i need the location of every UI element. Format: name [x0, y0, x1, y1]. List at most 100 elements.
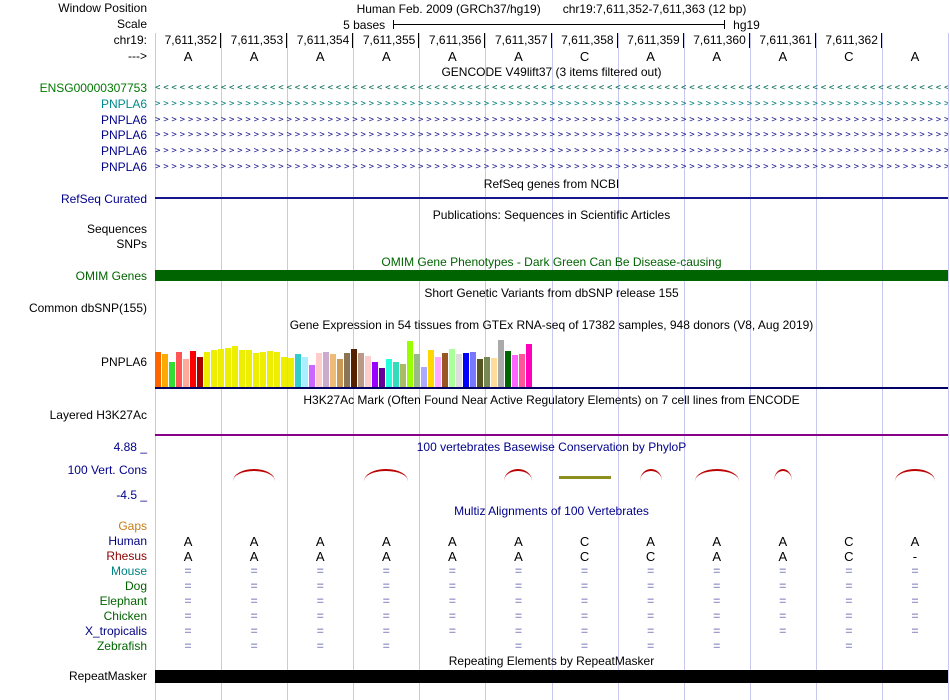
gtex-bar[interactable]: [456, 354, 462, 387]
alignment-row[interactable]: = = = = = = = = = = = =: [155, 579, 948, 594]
gtex-bar[interactable]: [232, 346, 238, 387]
gene-label[interactable]: PNPLA6: [0, 97, 150, 112]
gtex-bar[interactable]: [463, 353, 469, 387]
gtex-bar[interactable]: [491, 358, 497, 387]
species-label[interactable]: Dog: [0, 579, 150, 594]
alignment-row[interactable]: AAAAAACCAAC-: [155, 549, 948, 564]
gtex-bar[interactable]: [260, 352, 266, 387]
species-label[interactable]: Mouse: [0, 564, 150, 579]
gtex-bar[interactable]: [449, 349, 455, 387]
gtex-bar[interactable]: [484, 357, 490, 387]
alignment-row[interactable]: = = = = = = = = = = = =: [155, 594, 948, 609]
refseq-curated-item[interactable]: [155, 197, 948, 199]
multiz-track-title[interactable]: Multiz Alignments of 100 Vertebrates: [155, 504, 948, 519]
alignment-row[interactable]: = = = = = = = = =: [155, 639, 948, 654]
gtex-bar[interactable]: [162, 354, 168, 387]
alignment-row[interactable]: = = = = = = = = = = = =: [155, 624, 948, 639]
phylop-track-label[interactable]: 100 Vert. Cons: [0, 463, 150, 478]
gtex-bar[interactable]: [372, 362, 378, 387]
gtex-bar[interactable]: [316, 353, 322, 387]
gtex-bar[interactable]: [288, 358, 294, 387]
gtex-bar[interactable]: [526, 344, 532, 387]
species-label[interactable]: Rhesus: [0, 549, 150, 564]
gtex-bar[interactable]: [330, 354, 336, 387]
gtex-bar[interactable]: [379, 368, 385, 387]
snps-label[interactable]: SNPs: [0, 237, 150, 252]
gtex-bar-chart[interactable]: [155, 337, 948, 387]
gtex-bar[interactable]: [309, 365, 315, 387]
gtex-bar[interactable]: [505, 351, 511, 387]
gtex-bar[interactable]: [358, 353, 364, 387]
gene-transcript[interactable]: >>>>>>>>>>>>>>>>>>>>>>>>>>>>>>>>>>>>>>>>…: [155, 97, 948, 112]
gtex-bar[interactable]: [435, 357, 441, 387]
gtex-gene-label[interactable]: PNPLA6: [0, 355, 150, 370]
gaps-label[interactable]: Gaps: [0, 519, 150, 534]
gtex-bar[interactable]: [351, 349, 357, 387]
gtex-bar[interactable]: [246, 350, 252, 387]
species-label[interactable]: Elephant: [0, 594, 150, 609]
gtex-bar[interactable]: [498, 340, 504, 387]
layered-h3k27ac-label[interactable]: Layered H3K27Ac: [0, 408, 150, 423]
gtex-bar[interactable]: [337, 359, 343, 387]
gene-label[interactable]: PNPLA6: [0, 160, 150, 175]
publications-track-title[interactable]: Publications: Sequences in Scientific Ar…: [155, 208, 948, 223]
species-label[interactable]: Chicken: [0, 609, 150, 624]
gene-transcript[interactable]: >>>>>>>>>>>>>>>>>>>>>>>>>>>>>>>>>>>>>>>>…: [155, 160, 948, 175]
gtex-bar[interactable]: [519, 354, 525, 387]
omim-track-title[interactable]: OMIM Gene Phenotypes - Dark Green Can Be…: [155, 255, 948, 270]
refseq-track-title[interactable]: RefSeq genes from NCBI: [155, 177, 948, 192]
gtex-bar[interactable]: [190, 351, 196, 387]
gtex-bar[interactable]: [267, 351, 273, 387]
species-label[interactable]: Zebrafish: [0, 639, 150, 654]
gtex-bar[interactable]: [386, 359, 392, 387]
alignment-row[interactable]: = = = = = = = = = = = =: [155, 564, 948, 579]
gtex-bar[interactable]: [197, 357, 203, 387]
gene-transcript[interactable]: <<<<<<<<<<<<<<<<<<<<<<<<<<<<<<<<<<<<<<<<…: [155, 81, 948, 96]
gtex-bar[interactable]: [414, 354, 420, 387]
gtex-bar[interactable]: [204, 352, 210, 387]
gtex-track-title[interactable]: Gene Expression in 54 tissues from GTEx …: [155, 318, 948, 333]
gtex-bar[interactable]: [407, 341, 413, 387]
gtex-bar[interactable]: [365, 356, 371, 387]
gtex-bar[interactable]: [344, 353, 350, 387]
h3k27ac-track-title[interactable]: H3K27Ac Mark (Often Found Near Active Re…: [155, 393, 948, 408]
repeatmasker-label[interactable]: RepeatMasker: [0, 669, 150, 684]
gtex-bar[interactable]: [155, 352, 161, 387]
gtex-bar[interactable]: [477, 359, 483, 387]
gene-transcript[interactable]: >>>>>>>>>>>>>>>>>>>>>>>>>>>>>>>>>>>>>>>>…: [155, 113, 948, 128]
phylop-track-title[interactable]: 100 vertebrates Basewise Conservation by…: [155, 440, 948, 455]
gtex-bar[interactable]: [176, 352, 182, 387]
gene-label[interactable]: PNPLA6: [0, 128, 150, 143]
gtex-bar[interactable]: [183, 359, 189, 387]
gtex-bar[interactable]: [274, 352, 280, 387]
gtex-bar[interactable]: [470, 352, 476, 387]
dbsnp-track-title[interactable]: Short Genetic Variants from dbSNP releas…: [155, 286, 948, 301]
base-sequence[interactable]: AAAAAACAAACA: [155, 49, 948, 64]
gtex-bar[interactable]: [400, 364, 406, 387]
refseq-curated-label[interactable]: RefSeq Curated: [0, 192, 150, 207]
omim-gene-bar[interactable]: [155, 270, 948, 281]
gtex-bar[interactable]: [253, 353, 259, 387]
gtex-bar[interactable]: [169, 362, 175, 387]
gtex-bar[interactable]: [442, 353, 448, 387]
species-label[interactable]: X_tropicalis: [0, 624, 150, 639]
omim-genes-label[interactable]: OMIM Genes: [0, 269, 150, 284]
coordinate-ruler[interactable]: 7,611,352 7,611,353 7,611,354 7,611,355 7,61…: [155, 33, 948, 48]
gtex-bar[interactable]: [302, 357, 308, 387]
gene-transcript[interactable]: >>>>>>>>>>>>>>>>>>>>>>>>>>>>>>>>>>>>>>>>…: [155, 128, 948, 143]
gene-label[interactable]: ENSG00000307753: [0, 81, 150, 96]
gtex-bar[interactable]: [281, 357, 287, 387]
gtex-bar[interactable]: [393, 362, 399, 387]
repeatmasker-track-title[interactable]: Repeating Elements by RepeatMasker: [155, 654, 948, 669]
gtex-bar[interactable]: [421, 367, 427, 387]
alignment-row[interactable]: AAAAAACAAACA: [155, 534, 948, 549]
gtex-bar[interactable]: [323, 352, 329, 387]
species-label[interactable]: Human: [0, 534, 150, 549]
gtex-bar[interactable]: [218, 349, 224, 387]
gtex-bar[interactable]: [428, 350, 434, 387]
common-dbsnp-label[interactable]: Common dbSNP(155): [0, 301, 150, 316]
gene-transcript[interactable]: >>>>>>>>>>>>>>>>>>>>>>>>>>>>>>>>>>>>>>>>…: [155, 144, 948, 159]
gtex-bar[interactable]: [512, 355, 518, 387]
gtex-bar[interactable]: [239, 350, 245, 387]
gene-label[interactable]: PNPLA6: [0, 113, 150, 128]
